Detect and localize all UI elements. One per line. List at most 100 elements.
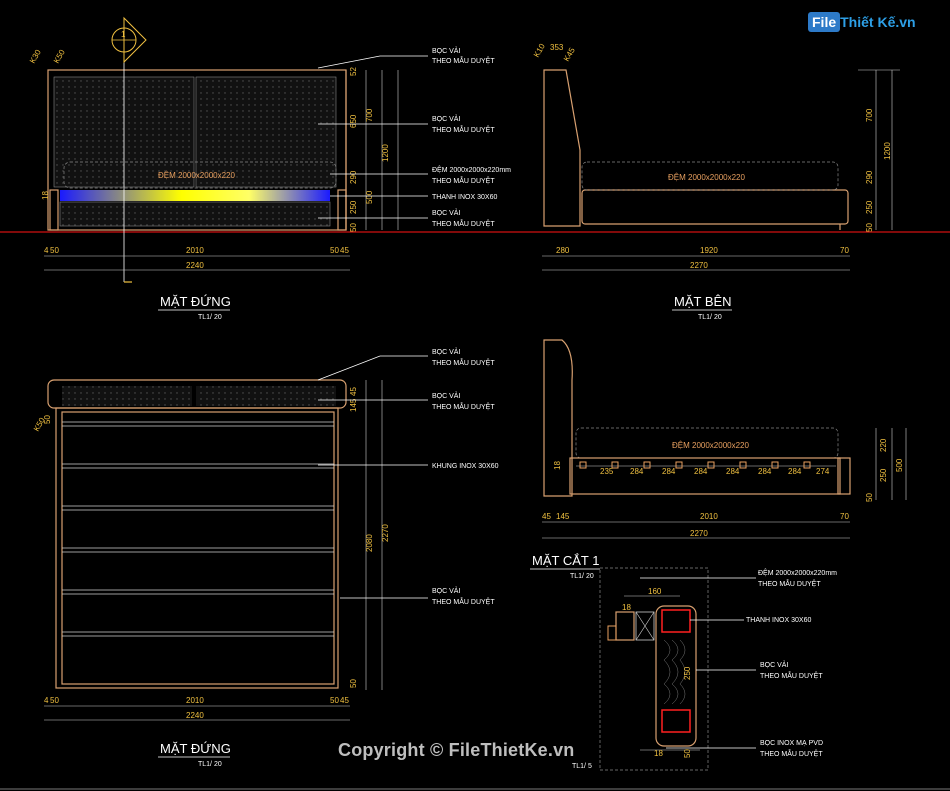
svg-text:50: 50 (43, 415, 52, 424)
svg-text:THEO MẪU DUYỆT: THEO MẪU DUYỆT (432, 597, 495, 606)
svg-text:50: 50 (50, 696, 59, 705)
svg-text:500: 500 (365, 190, 374, 204)
cad-drawing: ĐỆM 2000x2000x220 1 52 650 700 1200 290 … (0, 16, 950, 790)
section-1-view: MẶT CẮT 1 TL1/ 20 160 18 250 50 18 TL1/ … (530, 553, 837, 771)
svg-text:2270: 2270 (690, 261, 708, 270)
svg-text:284: 284 (694, 467, 708, 476)
svg-text:BỌC VẢI: BỌC VẢI (432, 586, 460, 595)
svg-text:ĐỆM 2000x2000x220mm: ĐỆM 2000x2000x220mm (432, 165, 511, 174)
svg-text:TL1/ 5: TL1/ 5 (572, 763, 592, 770)
svg-text:4: 4 (44, 246, 49, 255)
svg-text:250: 250 (349, 200, 358, 214)
svg-text:THANH INOX 30X60: THANH INOX 30X60 (432, 194, 497, 201)
svg-text:K45: K45 (562, 46, 577, 63)
svg-text:700: 700 (365, 108, 374, 122)
svg-text:50: 50 (865, 223, 874, 232)
logo-text: Thiết Kế.vn (840, 14, 916, 30)
svg-text:THEO MẪU DUYỆT: THEO MẪU DUYỆT (758, 579, 821, 588)
svg-text:50: 50 (683, 749, 692, 758)
svg-text:220: 220 (879, 438, 888, 452)
svg-text:2010: 2010 (186, 696, 204, 705)
svg-text:70: 70 (840, 246, 849, 255)
svg-text:TL1/ 20: TL1/ 20 (198, 761, 222, 768)
svg-text:235: 235 (600, 467, 614, 476)
side-base (581, 189, 849, 225)
svg-text:284: 284 (788, 467, 802, 476)
svg-text:18: 18 (553, 461, 562, 470)
svg-text:145: 145 (556, 512, 570, 521)
svg-text:2270: 2270 (690, 529, 708, 538)
svg-text:18: 18 (622, 603, 631, 612)
svg-text:THEO MẪU DUYỆT: THEO MẪU DUYỆT (760, 671, 823, 680)
svg-text:1200: 1200 (381, 144, 390, 162)
svg-text:52: 52 (349, 67, 358, 76)
svg-text:BỌC VẢI: BỌC VẢI (760, 660, 788, 669)
svg-text:284: 284 (726, 467, 740, 476)
steel-bar-highlight (60, 190, 330, 201)
svg-text:THEO MẪU DUYỆT: THEO MẪU DUYỆT (432, 176, 495, 185)
svg-text:50: 50 (50, 246, 59, 255)
svg-text:45: 45 (349, 387, 358, 396)
svg-text:50: 50 (865, 493, 874, 502)
svg-text:MẶT BÊN: MẶT BÊN (674, 294, 732, 309)
svg-text:4: 4 (44, 696, 49, 705)
svg-text:250: 250 (879, 468, 888, 482)
svg-text:BỌC VẢI: BỌC VẢI (432, 391, 460, 400)
svg-text:THEO MẪU DUYỆT: THEO MẪU DUYỆT (760, 749, 823, 758)
side-section-view: ĐỆM 2000x2000x220 235 284 284 284 284 28… (542, 339, 907, 539)
svg-text:700: 700 (865, 108, 874, 122)
svg-text:45: 45 (340, 696, 349, 705)
svg-text:500: 500 (895, 458, 904, 472)
svg-text:1920: 1920 (700, 246, 718, 255)
logo-box: File (808, 12, 841, 32)
svg-text:BỌC VẢI: BỌC VẢI (432, 208, 460, 217)
svg-text:THEO MẪU DUYỆT: THEO MẪU DUYỆT (432, 402, 495, 411)
svg-text:1200: 1200 (883, 142, 892, 160)
svg-text:18: 18 (41, 191, 50, 200)
svg-text:50: 50 (349, 679, 358, 688)
svg-text:2270: 2270 (381, 524, 390, 542)
svg-text:BỌC VẢI: BỌC VẢI (432, 46, 460, 55)
svg-text:45: 45 (340, 246, 349, 255)
svg-text:THANH INOX 30X60: THANH INOX 30X60 (746, 617, 811, 624)
svg-text:290: 290 (349, 170, 358, 184)
svg-text:BỌC VẢI: BỌC VẢI (432, 114, 460, 123)
svg-text:ĐỆM 2000x2000x220: ĐỆM 2000x2000x220 (668, 173, 745, 182)
plan-view: K50 50 45 145 2080 2270 50 4 50 2010 50 … (32, 347, 499, 768)
bed-base-panel (59, 201, 331, 227)
svg-text:BỌC VẢI: BỌC VẢI (432, 347, 460, 356)
svg-text:284: 284 (630, 467, 644, 476)
svg-text:250: 250 (683, 666, 692, 680)
svg-text:2080: 2080 (365, 534, 374, 552)
svg-text:2240: 2240 (186, 261, 204, 270)
svg-text:650: 650 (349, 114, 358, 128)
svg-text:1: 1 (121, 30, 126, 39)
view-title: MẶT ĐỨNG (160, 294, 231, 309)
mattress-label: ĐỆM 2000x2000x220 (158, 171, 235, 180)
svg-text:2010: 2010 (186, 246, 204, 255)
svg-text:THEO MẪU DUYỆT: THEO MẪU DUYỆT (432, 56, 495, 65)
svg-text:18: 18 (654, 749, 663, 758)
svg-text:290: 290 (865, 170, 874, 184)
svg-text:KHUNG INOX 30X60: KHUNG INOX 30X60 (432, 463, 499, 470)
svg-text:50: 50 (349, 223, 358, 232)
svg-text:ĐỆM 2000x2000x220: ĐỆM 2000x2000x220 (672, 441, 749, 450)
svg-text:284: 284 (758, 467, 772, 476)
svg-text:70: 70 (840, 512, 849, 521)
svg-text:THEO MẪU DUYỆT: THEO MẪU DUYỆT (432, 219, 495, 228)
svg-text:K30: K30 (28, 48, 43, 65)
svg-text:MẶT ĐỨNG: MẶT ĐỨNG (160, 741, 231, 756)
svg-text:K10: K10 (532, 42, 547, 59)
side-headboard (543, 69, 581, 227)
svg-text:284: 284 (662, 467, 676, 476)
copyright-watermark: Copyright © FileThietKe.vn (338, 740, 575, 760)
svg-text:K50: K50 (52, 48, 67, 65)
svg-text:50: 50 (330, 246, 339, 255)
svg-text:2240: 2240 (186, 711, 204, 720)
svg-text:TL1/ 20: TL1/ 20 (698, 314, 722, 321)
front-elevation-view: ĐỆM 2000x2000x220 1 52 650 700 1200 290 … (28, 16, 511, 321)
svg-text:280: 280 (556, 246, 570, 255)
svg-text:45: 45 (542, 512, 551, 521)
svg-text:TL1/ 20: TL1/ 20 (570, 573, 594, 580)
svg-text:THEO MẪU DUYỆT: THEO MẪU DUYỆT (432, 125, 495, 134)
